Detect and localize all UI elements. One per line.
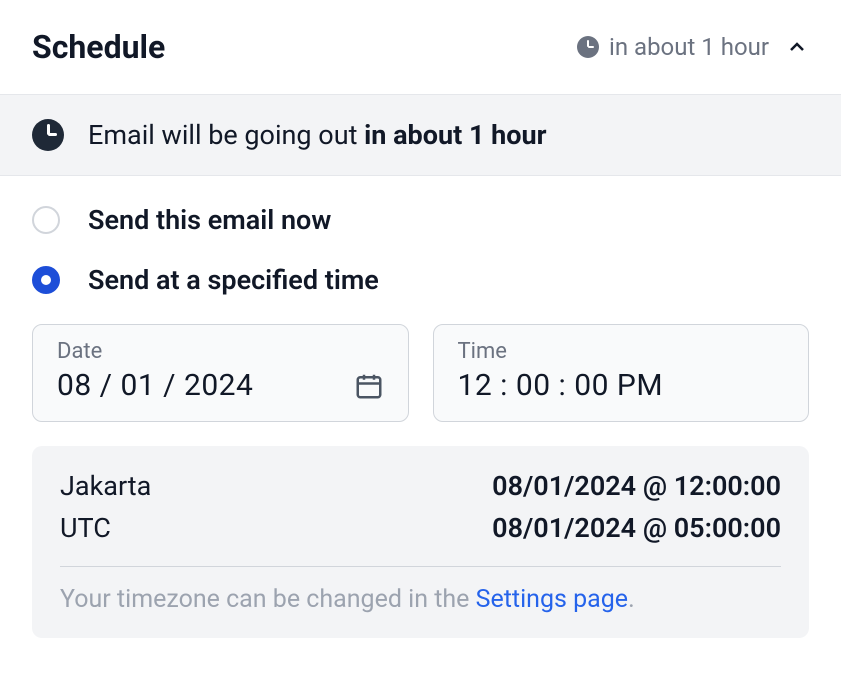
send-scheduled-option[interactable]: Send at a specified time [32,264,809,296]
time-input[interactable]: Time 12 : 00 : 00 PM [433,324,810,422]
time-label: Time [458,339,785,364]
timezone-note-suffix: . [628,585,635,614]
datetime-inputs: Date 08 / 01 / 2024 Time 12 : 00 : 00 PM [0,324,841,422]
banner-text-prefix: Email will be going out [88,119,364,151]
timezone-label: Jakarta [60,470,151,502]
clock-icon [577,36,599,58]
settings-link[interactable]: Settings page [476,585,628,614]
schedule-options: Send this email now Send at a specified … [0,176,841,296]
chevron-up-icon [785,35,809,59]
schedule-banner: Email will be going out in about 1 hour [0,94,841,176]
collapse-button[interactable] [785,35,809,59]
banner-text: Email will be going out in about 1 hour [88,119,547,151]
timezone-box: Jakarta 08/01/2024 @ 12:00:00 UTC 08/01/… [32,446,809,638]
banner-text-strong: in about 1 hour [364,119,546,151]
time-value-row: 12 : 00 : 00 PM [458,368,785,403]
header-status-text: in about 1 hour [609,33,769,61]
send-now-label: Send this email now [88,204,331,236]
header-status: in about 1 hour [577,33,769,61]
date-label: Date [57,339,384,364]
timezone-row: Jakarta 08/01/2024 @ 12:00:00 [60,470,781,502]
radio-unchecked-icon [32,206,60,234]
timezone-value: 08/01/2024 @ 12:00:00 [492,470,781,502]
timezone-row: UTC 08/01/2024 @ 05:00:00 [60,512,781,544]
timezone-note-prefix: Your timezone can be changed in the [60,585,476,614]
date-input[interactable]: Date 08 / 01 / 2024 [32,324,409,422]
send-now-option[interactable]: Send this email now [32,204,809,236]
timezone-label: UTC [60,512,111,544]
send-scheduled-label: Send at a specified time [88,264,379,296]
timezone-note: Your timezone can be changed in the Sett… [60,585,781,614]
header: Schedule in about 1 hour [0,0,841,94]
timezone-value: 08/01/2024 @ 05:00:00 [492,512,781,544]
divider [60,566,781,567]
calendar-icon [354,371,384,401]
clock-icon [32,119,64,151]
radio-checked-icon [32,266,60,294]
time-value: 12 : 00 : 00 PM [458,368,664,403]
page-title: Schedule [32,28,165,66]
date-value: 08 / 01 / 2024 [57,368,253,403]
header-right: in about 1 hour [577,33,809,61]
date-value-row: 08 / 01 / 2024 [57,368,384,403]
schedule-panel: Schedule in about 1 hour Email will be g… [0,0,841,638]
